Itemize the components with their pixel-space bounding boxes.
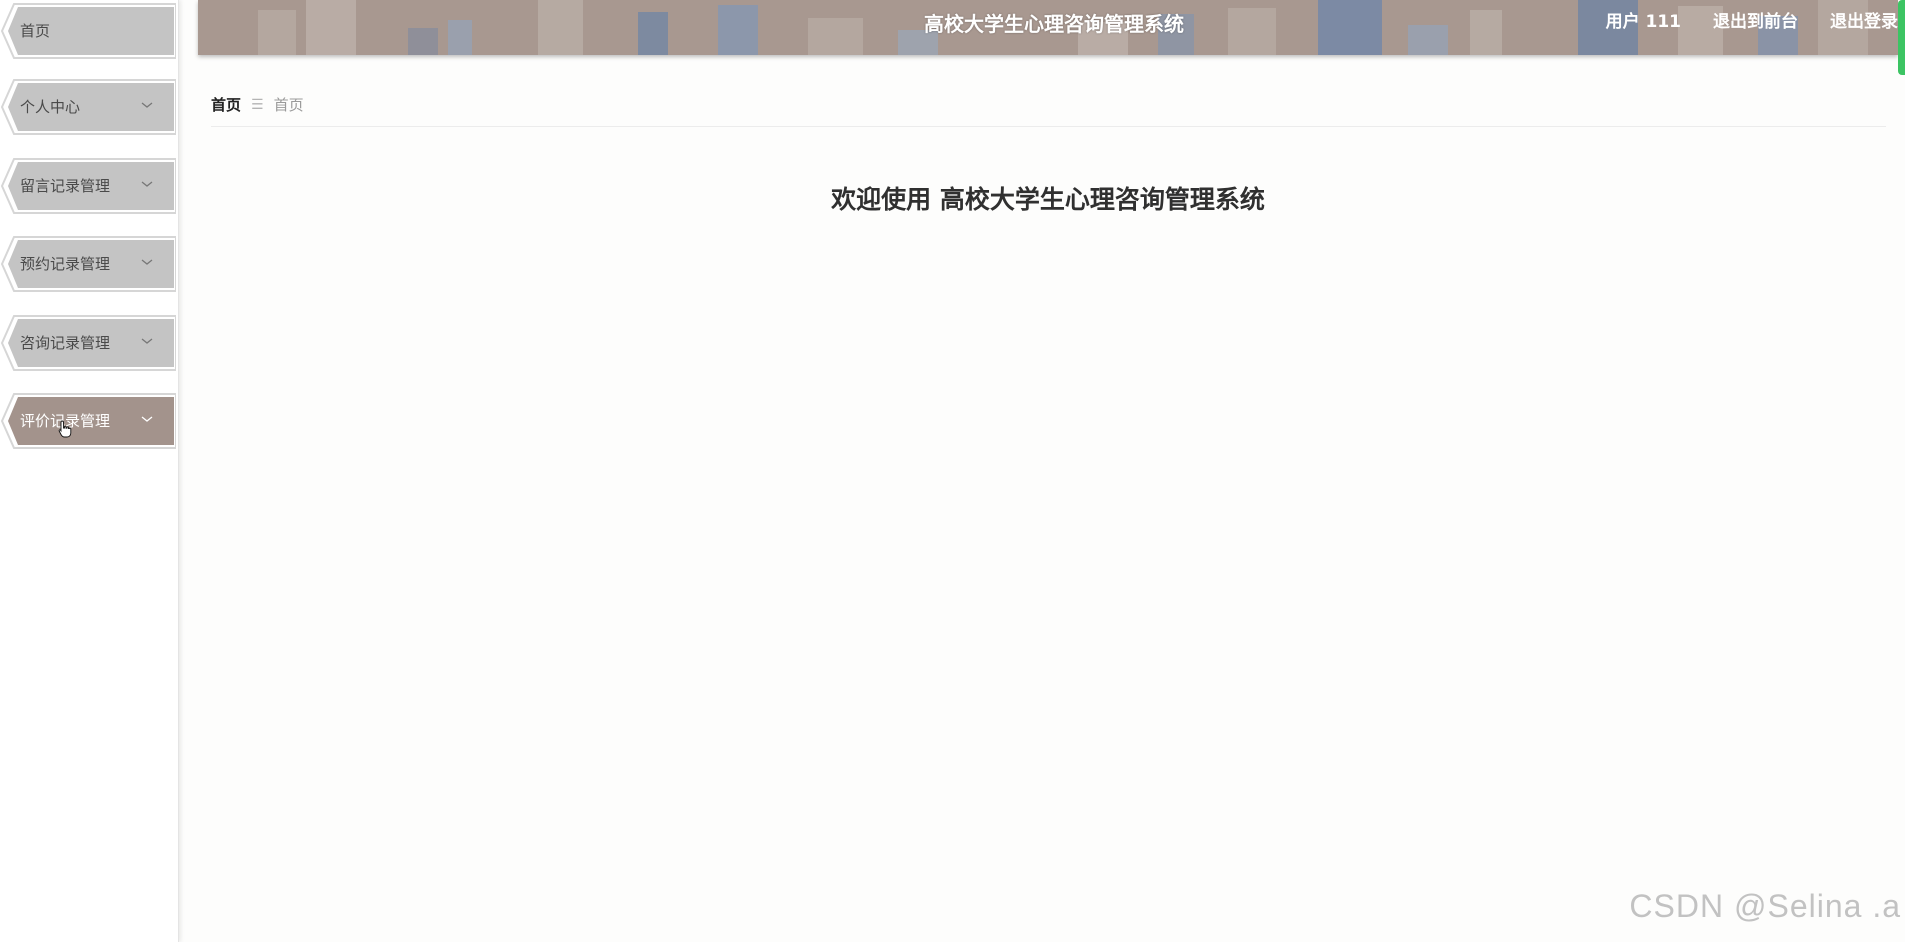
chevron-down-icon [141, 338, 153, 344]
sidebar-item-personal-center[interactable]: 个人中心 [0, 78, 176, 136]
content-divider [211, 126, 1886, 127]
hand-pointer-icon [58, 420, 72, 438]
current-user-label: 用户 111 [1605, 11, 1681, 32]
sidebar-item-consult-records[interactable]: 咨询记录管理 [0, 314, 176, 372]
csdn-watermark: CSDN @Selina .a [1629, 888, 1901, 924]
breadcrumb: 首页 ☰ 首页 [211, 94, 304, 115]
sidebar-item-label: 个人中心 [20, 98, 81, 116]
sidebar-item-evaluation-records[interactable]: 评价记录管理 [0, 392, 176, 450]
sidebar-item-message-records[interactable]: 留言记录管理 [0, 157, 176, 215]
header-actions: 用户 111 退出到前台 退出登录 [1606, 0, 1898, 38]
scroll-edge-indicator [1898, 0, 1905, 75]
chevron-down-icon [141, 259, 153, 265]
sidebar-item-appointment-records[interactable]: 预约记录管理 [0, 235, 176, 293]
sidebar: 首页 个人中心 留言记录管理 预约记录管理 咨询记录管理 评价记录管理 [0, 0, 179, 942]
welcome-prefix: 欢迎使用 [831, 185, 932, 214]
breadcrumb-current: 首页 [273, 96, 304, 114]
sidebar-item-label: 首页 [20, 22, 51, 40]
chevron-down-icon [141, 416, 153, 422]
welcome-heading: 欢迎使用 高校大学生心理咨询管理系统 [198, 180, 1898, 216]
menu-lines-icon: ☰ [251, 96, 264, 113]
sidebar-item-label: 预约记录管理 [20, 255, 111, 273]
exit-to-front-link[interactable]: 退出到前台 [1713, 7, 1798, 32]
chevron-down-icon [141, 181, 153, 187]
logout-link[interactable]: 退出登录 [1830, 7, 1898, 32]
sidebar-item-label: 咨询记录管理 [20, 334, 111, 352]
welcome-system-name: 高校大学生心理咨询管理系统 [939, 185, 1265, 214]
top-header: 高校大学生心理咨询管理系统 用户 111 退出到前台 退出登录 [198, 0, 1898, 55]
sidebar-item-label: 留言记录管理 [20, 177, 111, 195]
sidebar-item-home[interactable]: 首页 [0, 2, 176, 60]
chevron-down-icon [141, 102, 153, 108]
breadcrumb-home[interactable]: 首页 [211, 94, 241, 115]
